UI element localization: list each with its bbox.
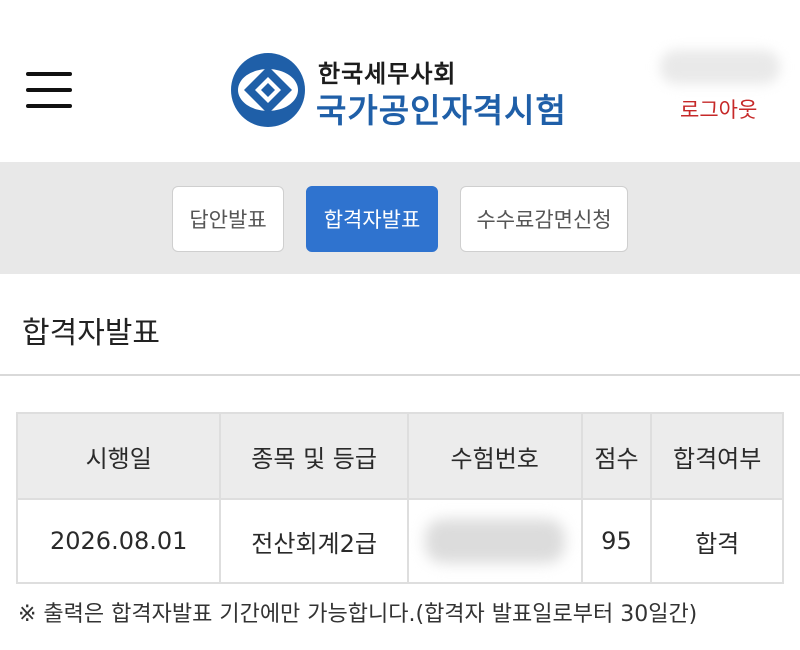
cell-date: 2026.08.01	[15, 498, 222, 584]
exam-number-redacted	[424, 519, 565, 563]
print-notice: ※ 출력은 합격자발표 기간에만 가능합니다.(합격자 발표일로부터 30일간)	[18, 602, 698, 627]
cell-score: 95	[580, 498, 653, 584]
menu-icon-bar	[26, 72, 72, 76]
cell-subject: 전산회계2급	[219, 498, 409, 584]
column-header-result: 합격여부	[650, 412, 784, 500]
tab-bar: 답안발표 합격자발표 수수료감면신청	[0, 162, 800, 274]
table-header-row: 시행일 종목 및 등급 수험번호 점수 합격여부	[15, 412, 784, 500]
site-logo[interactable]: 한국세무사회 국가공인자격시험	[228, 50, 588, 130]
logout-link[interactable]: 로그아웃	[680, 94, 757, 124]
column-header-subject: 종목 및 등급	[219, 412, 409, 500]
logo-emblem-icon	[231, 53, 305, 127]
logo-title: 국가공인자격시험	[316, 91, 567, 130]
tab-answer-announcement[interactable]: 답안발표	[172, 186, 284, 252]
column-header-score: 점수	[580, 412, 653, 500]
tab-fee-reduction-application[interactable]: 수수료감면신청	[460, 186, 628, 252]
cell-exam-number	[406, 498, 583, 584]
tab-pass-announcement[interactable]: 합격자발표	[306, 186, 438, 252]
menu-icon-bar	[26, 88, 72, 92]
column-header-date: 시행일	[15, 412, 222, 500]
menu-icon[interactable]	[26, 72, 74, 110]
column-header-exam-number: 수험번호	[406, 412, 583, 500]
page-title: 합격자발표	[22, 316, 160, 351]
table-row: 2026.08.01 전산회계2급 95 합격	[15, 498, 784, 584]
user-name-redacted	[660, 50, 780, 84]
cell-result: 합격	[650, 498, 784, 584]
menu-icon-bar	[26, 104, 72, 108]
app-header: 한국세무사회 국가공인자격시험 로그아웃	[0, 0, 800, 162]
result-table: 시행일 종목 및 등급 수험번호 점수 합격여부 2026.08.01 전산회계…	[15, 412, 784, 584]
divider	[0, 374, 800, 376]
